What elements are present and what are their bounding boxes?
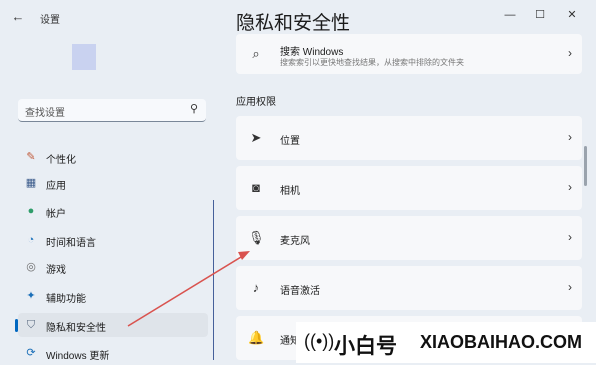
watermark-brand: 小白号 [334, 335, 397, 358]
watermark-domain: XIAOBAIHAO.COM [420, 332, 582, 352]
annotation-arrow [127, 251, 250, 327]
wifi-logo-icon: ((•)) [304, 331, 335, 351]
watermark-banner: ((•)) 小白号 XIAOBAIHAO.COM [296, 322, 596, 363]
